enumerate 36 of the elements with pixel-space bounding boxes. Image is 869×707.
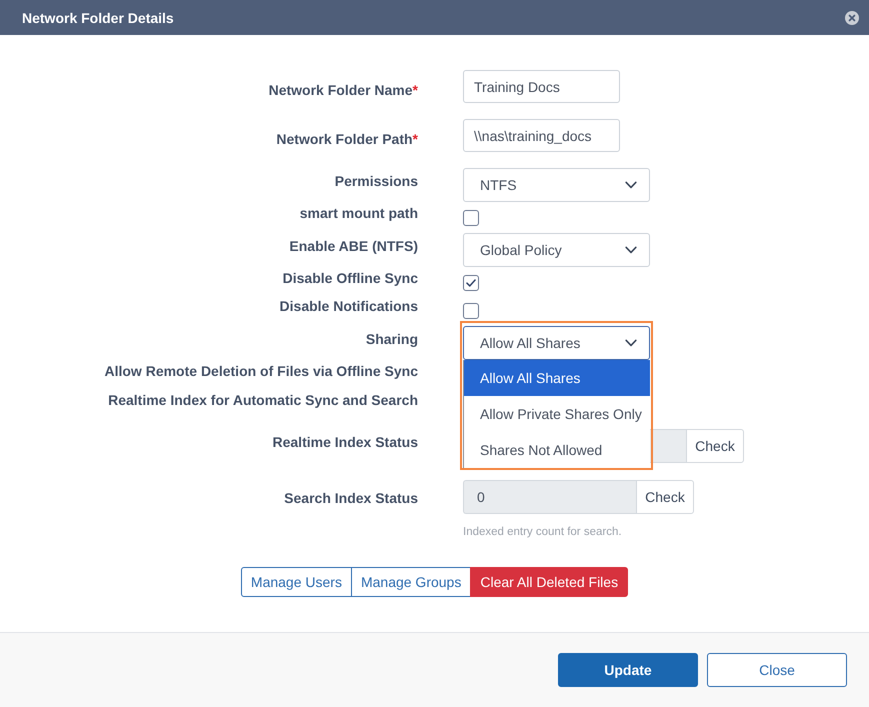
field-label: Disable Offline Sync [282,270,418,287]
dialog-title: Network Folder Details [22,10,174,26]
primary-button[interactable]: Update [558,653,698,687]
field-label: Enable ABE (NTFS) [289,238,418,255]
chevron-down-icon [625,246,637,254]
dropdown-select[interactable]: Global Policy [463,233,650,267]
checkbox[interactable] [463,303,479,319]
danger-button[interactable]: Clear All Deleted Files [470,567,628,597]
action-button[interactable]: Manage Users [240,567,352,597]
field-label: Network Folder Name* [268,82,418,99]
checkbox[interactable] [463,210,479,226]
action-button[interactable]: Manage Groups [350,567,472,597]
text-field[interactable]: \\nas\training_docs [463,119,620,152]
field-label: Allow Remote Deletion of Files via Offline Sync [104,363,418,380]
help-text: Indexed entry count for search. [463,525,622,539]
field-label: smart mount path [300,205,418,222]
secondary-button[interactable]: Close [707,653,847,687]
dropdown-select[interactable]: Allow All Shares [463,326,650,360]
check-button[interactable]: Check [636,480,694,514]
field-label: Search Index Status [284,490,418,507]
field-label: Realtime Index Status [272,434,418,451]
status-field[interactable]: 0 [463,480,636,514]
checkmark-icon [466,279,476,287]
chevron-down-icon [625,181,637,189]
dropdown-option[interactable]: Allow All Shares [464,360,650,396]
field-label: Network Folder Path* [276,131,418,148]
field-label: Permissions [334,173,418,190]
field-label: Realtime Index for Automatic Sync and Search [108,392,418,409]
field-label: Disable Notifications [280,298,418,315]
check-button[interactable]: Check [686,429,744,463]
field-label: Sharing [366,331,418,348]
text-field[interactable]: Training Docs [463,70,620,103]
chevron-down-icon [625,339,637,347]
dropdown-select[interactable]: NTFS [463,168,650,202]
checkbox[interactable] [463,275,479,291]
close-icon[interactable] [845,10,859,24]
